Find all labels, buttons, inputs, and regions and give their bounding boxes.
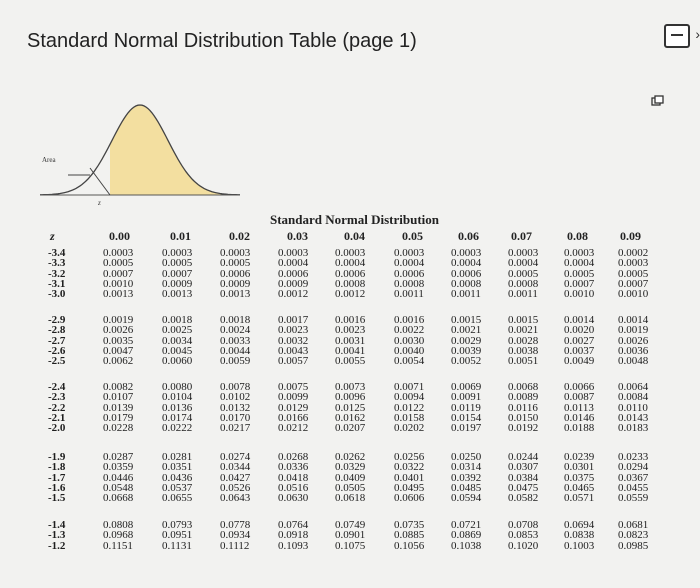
probability-column: 0.0250 0.0314 0.0392 0.0485 0.0594 — [451, 451, 482, 505]
probability-column: 0.0003 0.0004 0.0006 0.0009 0.0012 — [278, 247, 309, 301]
probability-column: 0.0078 0.0102 0.0132 0.0170 0.0217 — [220, 381, 251, 435]
probability-column: 0.0003 0.0004 0.0006 0.0008 0.0011 — [451, 247, 482, 301]
column-header: 0.02 — [229, 229, 250, 243]
probability-column: 0.0233 0.0294 0.0367 0.0455 0.0559 — [618, 451, 649, 505]
probability-column: 0.0069 0.0091 0.0119 0.0154 0.0197 — [451, 381, 482, 435]
probability-column: 0.0018 0.0024 0.0033 0.0044 0.0059 — [220, 314, 251, 368]
page-title: Standard Normal Distribution Table (page… — [27, 30, 417, 52]
column-header: 0.01 — [170, 229, 191, 243]
probability-column: 0.0015 0.0021 0.0029 0.0039 0.0052 — [451, 314, 482, 368]
copy-icon[interactable] — [651, 95, 665, 107]
probability-column: 0.0066 0.0087 0.0113 0.0146 0.0188 — [564, 381, 595, 435]
probability-column: 0.0003 0.0005 0.0006 0.0009 0.0013 — [220, 247, 251, 301]
probability-column: 0.0018 0.0025 0.0034 0.0045 0.0060 — [162, 314, 193, 368]
probability-column: 0.0681 0.0823 0.0985 — [618, 519, 649, 552]
area-label: Area — [42, 156, 56, 164]
probability-column: 0.0003 0.0004 0.0005 0.0008 0.0011 — [508, 247, 539, 301]
z-column-header: z — [50, 229, 55, 243]
probability-column: 0.0075 0.0099 0.0129 0.0166 0.0212 — [278, 381, 309, 435]
probability-column: 0.0082 0.0107 0.0139 0.0179 0.0228 — [103, 381, 134, 435]
probability-column: 0.0262 0.0329 0.0409 0.0505 0.0618 — [335, 451, 366, 505]
column-header: 0.03 — [287, 229, 308, 243]
column-header: 0.04 — [344, 229, 365, 243]
probability-column: 0.0003 0.0004 0.0005 0.0007 0.0010 — [564, 247, 595, 301]
z-values: -3.4 -3.3 -3.2 -3.1 -3.0 — [48, 247, 66, 301]
probability-column: 0.0014 0.0020 0.0027 0.0037 0.0049 — [564, 314, 595, 368]
minus-box-icon[interactable] — [664, 24, 690, 48]
probability-column: 0.0068 0.0089 0.0116 0.0150 0.0192 — [508, 381, 539, 435]
probability-column: 0.0014 0.0019 0.0026 0.0036 0.0048 — [618, 314, 649, 368]
probability-column: 0.0003 0.0004 0.0006 0.0008 0.0012 — [335, 247, 366, 301]
probability-column: 0.0764 0.0918 0.1093 — [278, 519, 309, 552]
probability-column: 0.0073 0.0096 0.0125 0.0162 0.0207 — [335, 381, 366, 435]
z-values: -2.9 -2.8 -2.7 -2.6 -2.5 — [48, 314, 66, 368]
column-header: 0.00 — [109, 229, 130, 243]
probability-column: 0.0016 0.0023 0.0031 0.0041 0.0055 — [335, 314, 366, 368]
probability-column: 0.0071 0.0094 0.0122 0.0158 0.0202 — [394, 381, 425, 435]
probability-column: 0.0274 0.0344 0.0427 0.0526 0.0643 — [220, 451, 251, 505]
z-values: -2.4 -2.3 -2.2 -2.1 -2.0 — [48, 381, 66, 435]
probability-column: 0.0793 0.0951 0.1131 — [162, 519, 193, 552]
shaded-area — [110, 105, 240, 195]
probability-column: 0.0019 0.0026 0.0035 0.0047 0.0062 — [103, 314, 134, 368]
probability-column: 0.0808 0.0968 0.1151 — [103, 519, 134, 552]
column-header: 0.07 — [511, 229, 532, 243]
probability-column: 0.0735 0.0885 0.1056 — [394, 519, 425, 552]
probability-column: 0.0708 0.0853 0.1020 — [508, 519, 539, 552]
column-header: 0.05 — [402, 229, 423, 243]
column-header: 0.06 — [458, 229, 479, 243]
probability-column: 0.0239 0.0301 0.0375 0.0465 0.0571 — [564, 451, 595, 505]
probability-column: 0.0778 0.0934 0.1112 — [220, 519, 251, 552]
probability-column: 0.0003 0.0005 0.0007 0.0009 0.0013 — [162, 247, 193, 301]
probability-column: 0.0080 0.0104 0.0136 0.0174 0.0222 — [162, 381, 193, 435]
probability-column: 0.0015 0.0021 0.0028 0.0038 0.0051 — [508, 314, 539, 368]
area-pointer — [89, 167, 111, 196]
probability-column: 0.0268 0.0336 0.0418 0.0516 0.0630 — [278, 451, 309, 505]
probability-column: 0.0694 0.0838 0.1003 — [564, 519, 595, 552]
probability-column: 0.0064 0.0084 0.0110 0.0143 0.0183 — [618, 381, 649, 435]
probability-column: 0.0281 0.0351 0.0436 0.0537 0.0655 — [162, 451, 193, 505]
probability-column: 0.0749 0.0901 0.1075 — [335, 519, 366, 552]
probability-column: 0.0287 0.0359 0.0446 0.0548 0.0668 — [103, 451, 134, 505]
probability-column: 0.0002 0.0003 0.0005 0.0007 0.0010 — [618, 247, 649, 301]
column-header: 0.08 — [567, 229, 588, 243]
probability-column: 0.0003 0.0005 0.0007 0.0010 0.0013 — [103, 247, 134, 301]
z-values: -1.9 -1.8 -1.7 -1.6 -1.5 — [48, 451, 66, 505]
normal-curve-figure: Area z — [40, 104, 240, 205]
z-label: z — [97, 199, 101, 205]
chevron-right-icon[interactable]: › — [695, 26, 700, 42]
z-values: -1.4 -1.3 -1.2 — [48, 519, 66, 552]
probability-column: 0.0721 0.0869 0.1038 — [451, 519, 482, 552]
probability-column: 0.0256 0.0322 0.0401 0.0495 0.0606 — [394, 451, 425, 505]
probability-column: 0.0017 0.0023 0.0032 0.0043 0.0057 — [278, 314, 309, 368]
probability-column: 0.0016 0.0022 0.0030 0.0040 0.0054 — [394, 314, 425, 368]
table-title: Standard Normal Distribution — [270, 212, 440, 227]
probability-column: 0.0244 0.0307 0.0384 0.0475 0.0582 — [508, 451, 539, 505]
probability-column: 0.0003 0.0004 0.0006 0.0008 0.0011 — [394, 247, 425, 301]
column-header: 0.09 — [620, 229, 641, 243]
